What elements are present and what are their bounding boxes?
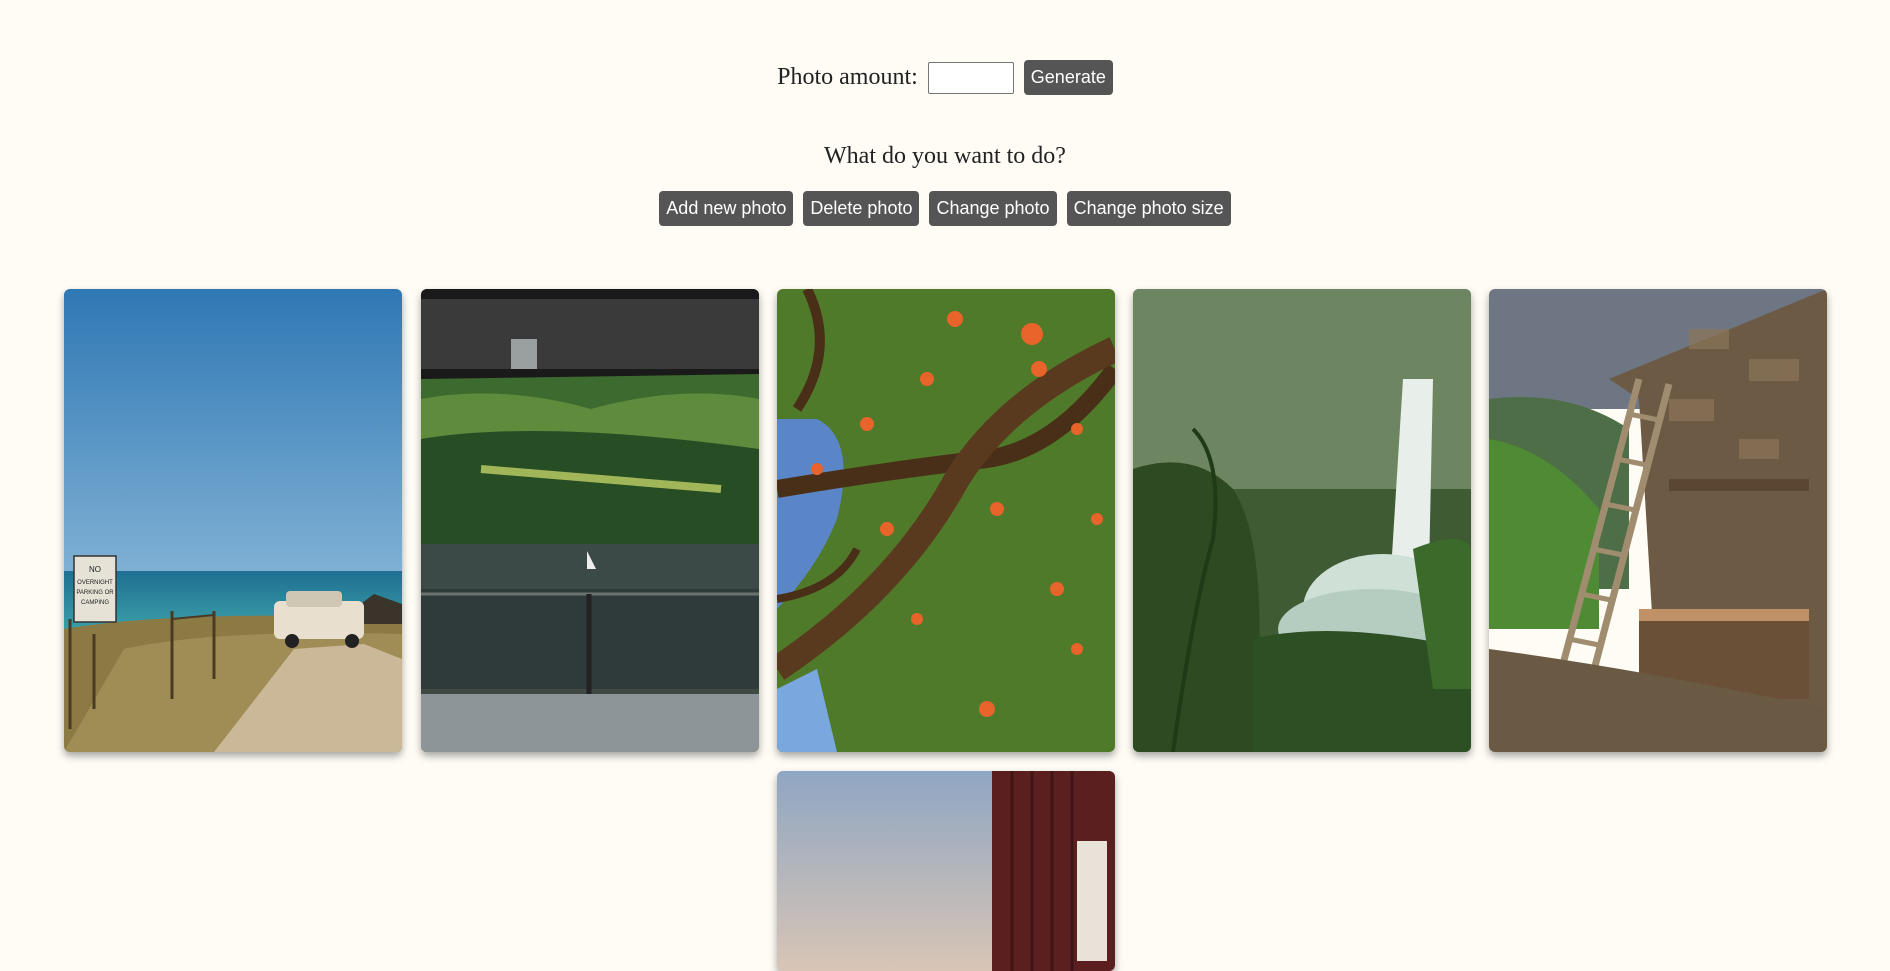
sign-line-3: PARKING OR: [76, 590, 114, 596]
sign-line-1: NO: [89, 565, 101, 574]
photo-stone-hut[interactable]: [1489, 289, 1827, 752]
photo-lake-view[interactable]: [421, 289, 759, 752]
photo-orange-tree[interactable]: [777, 289, 1115, 752]
action-question: What do you want to do?: [824, 143, 1066, 169]
photo-building-sky[interactable]: [777, 771, 1115, 971]
photo-amount-input[interactable]: [927, 61, 1014, 94]
photo-amount-label: Photo amount:: [777, 64, 918, 90]
action-buttons: Add new photo Delete photo Change photo …: [0, 191, 1890, 226]
change-photo-size-button[interactable]: Change photo size: [1066, 191, 1231, 226]
sign-line-4: CAMPING: [81, 600, 109, 606]
generate-button[interactable]: Generate: [1023, 60, 1113, 95]
sign-line-2: OVERNIGHT: [77, 580, 113, 586]
photo-amount-row: Photo amount: Generate: [0, 60, 1890, 95]
photo-gallery: NO OVERNIGHT PARKING OR CAMPING: [0, 0, 1890, 971]
add-new-photo-button[interactable]: Add new photo: [659, 191, 794, 226]
photo-coast-car[interactable]: NO OVERNIGHT PARKING OR CAMPING: [64, 289, 402, 752]
delete-photo-button[interactable]: Delete photo: [803, 191, 920, 226]
change-photo-button[interactable]: Change photo: [929, 191, 1057, 226]
photo-waterfall[interactable]: [1133, 289, 1471, 752]
